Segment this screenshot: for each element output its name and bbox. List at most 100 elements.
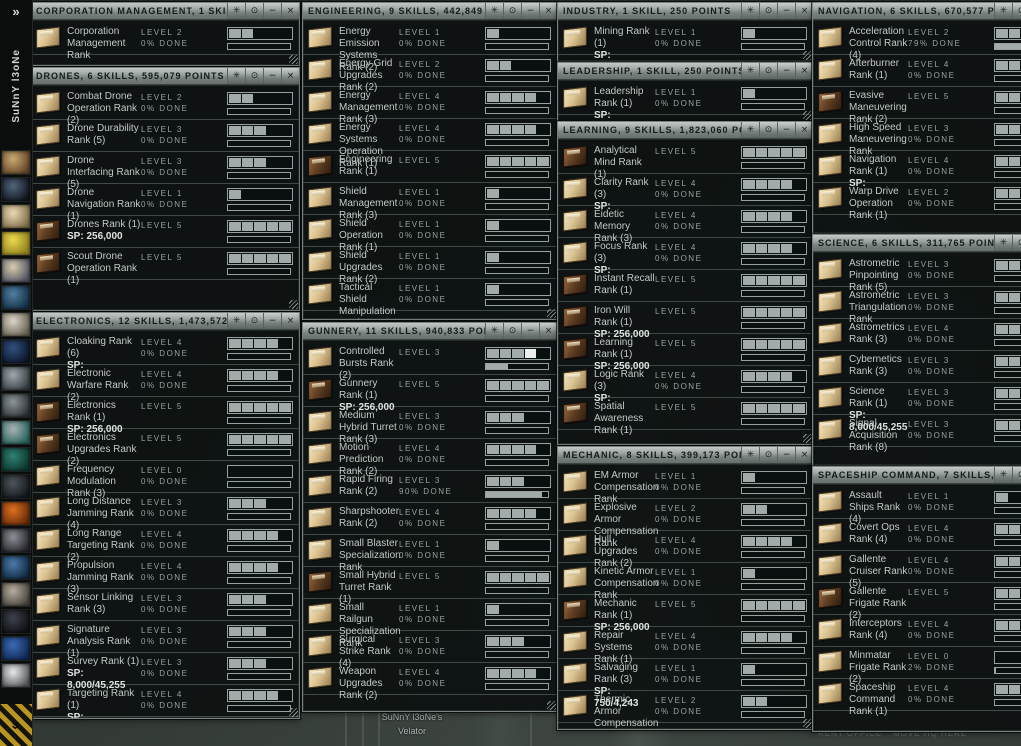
close-icon[interactable]: × [281,313,299,329]
compact-icon[interactable]: ⊙ [503,323,521,339]
skill-row[interactable]: Logic Rank (3) SP: LEVEL 4 0% DONE [558,366,813,404]
panel-titlebar[interactable]: CORPORATION MANAGEMENT, 1 SKILL, 1 ✳⊙−× [31,3,299,20]
resize-grip[interactable] [803,434,812,443]
skill-row[interactable]: Electronics Upgrades Rank (2) LEVEL 5 [31,429,299,467]
skill-row[interactable]: Explosive Armor Compensation Rank LEVEL … [558,499,813,549]
close-icon[interactable]: × [795,122,813,138]
skill-row[interactable]: Sensor Linking Rank (3) LEVEL 3 0% DONE [31,589,299,621]
skill-row[interactable]: Cybernetics Rank (3) LEVEL 3 0% DONE [813,351,1021,383]
compact-icon[interactable]: ⊙ [245,313,263,329]
skill-row[interactable]: Gallente Cruiser Rank (5) LEVEL 4 0% DON… [813,551,1021,589]
pin-icon[interactable]: ✳ [227,68,245,84]
panel-titlebar[interactable]: SPACESHIP COMMAND, 7 SKILLS, 1,146 ✳⊙−× [813,467,1021,484]
items-hangar-icon[interactable] [1,447,31,472]
character-sheet-icon[interactable] [1,150,31,175]
panel-titlebar[interactable]: ELECTRONICS, 12 SKILLS, 1,473,572 P ✳ ⊙ − × [31,313,299,330]
skill-row[interactable]: Evasive Maneuvering Rank (2) LEVEL 5 [813,87,1021,125]
compact-icon[interactable]: ⊙ [759,122,777,138]
panel-titlebar[interactable]: GUNNERY, 11 SKILLS, 940,833 POINTS ✳⊙−× [303,323,557,340]
skill-row[interactable]: Instant Recall Rank (1) LEVEL 5 [558,270,813,302]
resize-grip[interactable] [289,300,298,309]
pin-icon[interactable]: ✳ [741,3,759,19]
skill-row[interactable]: Propulsion Jamming Rank (3) LEVEL 4 0% D… [31,557,299,595]
resize-grip[interactable] [289,708,298,717]
jukebox-icon[interactable] [1,609,31,634]
skill-row[interactable]: Assault Ships Rank (4) LEVEL 1 0% DONE [813,487,1021,525]
pin-icon[interactable]: ✳ [485,3,503,19]
skill-row[interactable]: Iron Will Rank (1) SP: 256,000 LEVEL 5 [558,302,813,340]
pin-icon[interactable]: ✳ [741,447,759,463]
skill-row[interactable]: Thermic Armor Compensation Rank LEVEL 2 … [558,691,813,729]
skill-row[interactable]: Small Hybrid Turret Rank (1) LEVEL 5 [303,567,557,605]
gallery-icon[interactable] [1,582,31,607]
minimize-icon[interactable]: − [263,3,281,19]
close-icon[interactable]: × [795,3,813,19]
skill-row[interactable]: Astrometric Pinpointing Rank (5) LEVEL 3… [813,255,1021,293]
compact-icon[interactable]: ⊙ [503,3,521,19]
skill-row[interactable]: Mining Rank (1) SP: 250/1,414 LEVEL 1 0%… [558,23,813,61]
skill-row[interactable]: Targeting Rank (1) SP: LEVEL 4 0% DONE [31,685,299,718]
notepad-icon[interactable] [1,231,31,256]
skill-row[interactable]: Controlled Bursts Rank (2) LEVEL 3 [303,343,557,381]
minimize-icon[interactable]: − [521,323,539,339]
resize-grip[interactable] [547,309,556,318]
pin-icon[interactable]: ✳ [485,323,503,339]
skill-row[interactable]: Small Blaster Specialization Rank LEVEL … [303,535,557,573]
skill-row[interactable]: Mechanic Rank (1) SP: 256,000 LEVEL 5 [558,595,813,633]
skill-row[interactable]: Sharpshooter Rank (2) LEVEL 4 0% DONE [303,503,557,535]
journal-icon[interactable] [1,312,31,337]
skill-row[interactable]: Spatial Awareness Rank (1) LEVEL 5 [558,398,813,436]
minimize-icon[interactable]: − [263,313,281,329]
skill-sphere-icon[interactable] [1,177,31,202]
pin-icon[interactable]: ✳ [741,63,759,79]
people-places-icon[interactable] [1,366,31,391]
skill-row[interactable]: Electronic Warfare Rank (2) LEVEL 4 0% D… [31,365,299,403]
resize-grip[interactable] [803,111,812,120]
panel-titlebar[interactable]: INDUSTRY, 1 SKILL, 250 POINTS ✳ ⊙ − × [558,3,813,20]
skill-row[interactable]: Focus Rank (3) SP: LEVEL 4 0% DONE [558,238,813,276]
skill-row[interactable]: Leadership Rank (1) SP: 250/1,414 LEVEL … [558,83,813,121]
close-icon[interactable]: × [795,447,813,463]
close-icon[interactable]: × [539,323,557,339]
skill-row[interactable]: Afterburner Rank (1) LEVEL 4 0% DONE [813,55,1021,87]
skill-row[interactable]: Medium Hybrid Turret Rank (3) LEVEL 3 0%… [303,407,557,445]
star-map-icon[interactable] [1,339,31,364]
skill-row[interactable]: Astrometrics Rank (3) LEVEL 4 0% DONE [813,319,1021,351]
skill-row[interactable]: Surgical Strike Rank (4) LEVEL 3 0% DONE [303,631,557,669]
skill-row[interactable]: Frequency Modulation Rank (3) LEVEL 0 0%… [31,461,299,499]
skill-row[interactable]: Survey Rank (1) SP: 8,000/45,255 LEVEL 3… [31,653,299,691]
panel-titlebar[interactable]: MECHANIC, 8 SKILLS, 399,173 POINTS ✳⊙−× [558,447,813,464]
skill-row[interactable]: Electronics Rank (1) SP: 256,000 LEVEL 5 [31,397,299,435]
assets-icon[interactable] [1,393,31,418]
calendar-icon[interactable] [1,258,31,283]
minimize-icon[interactable]: − [521,3,539,19]
skill-row[interactable]: Learning Rank (1) SP: 256,000 LEVEL 5 [558,334,813,372]
panel-titlebar[interactable]: NAVIGATION, 6 SKILLS, 670,577 POINTS ✳⊙−… [813,3,1021,20]
skill-row[interactable]: Drones Rank (1) SP: 256,000 LEVEL 5 [31,216,299,248]
skill-row[interactable]: Signature Analysis Rank (1) LEVEL 3 0% D… [31,621,299,659]
skill-row[interactable]: Analytical Mind Rank (1) LEVEL 5 [558,142,813,180]
skill-row[interactable]: Gunnery Rank (1) SP: 256,000 LEVEL 5 [303,375,557,413]
pin-icon[interactable]: ✳ [741,122,759,138]
skill-row[interactable]: Energy Management Rank (3) LEVEL 4 0% DO… [303,87,557,125]
pin-icon[interactable]: ✳ [227,3,245,19]
skill-row[interactable]: Corporation Management Rank LEVEL 2 0% D… [31,23,299,61]
skill-row[interactable]: Cloaking Rank (6) SP: LEVEL 4 0% DONE [31,333,299,371]
pin-icon[interactable]: ✳ [227,313,245,329]
neocom-expand-icon[interactable]: » [0,2,32,22]
skill-row[interactable]: Energy Grid Upgrades Rank (2) LEVEL 2 0%… [303,55,557,93]
skill-row[interactable]: Weapon Upgrades Rank (2) LEVEL 4 0% DONE [303,663,557,701]
panel-titlebar[interactable]: LEARNING, 9 SKILLS, 1,823,060 POINTS ✳⊙−… [558,122,813,139]
skill-row[interactable]: Long Range Targeting Rank (2) LEVEL 4 0%… [31,525,299,563]
wallet-icon[interactable] [1,420,31,445]
skill-row[interactable]: Signal Acquisition Rank (8) LEVEL 3 0% D… [813,415,1021,453]
skill-row[interactable]: Scout Drone Operation Rank (1) LEVEL 5 [31,248,299,286]
minimize-icon[interactable]: − [777,63,795,79]
close-icon[interactable]: × [795,63,813,79]
skill-row[interactable]: Eidetic Memory Rank (3) LEVEL 4 0% DONE [558,206,813,244]
skill-row[interactable]: Long Distance Jamming Rank (4) LEVEL 3 0… [31,493,299,531]
close-icon[interactable]: × [539,3,557,19]
ship-bracket-label[interactable]: SuNnY l3oNe's Velator [352,710,472,738]
close-icon[interactable]: × [281,3,299,19]
skill-row[interactable]: Astrometric Triangulation Rank LEVEL 3 0… [813,287,1021,325]
